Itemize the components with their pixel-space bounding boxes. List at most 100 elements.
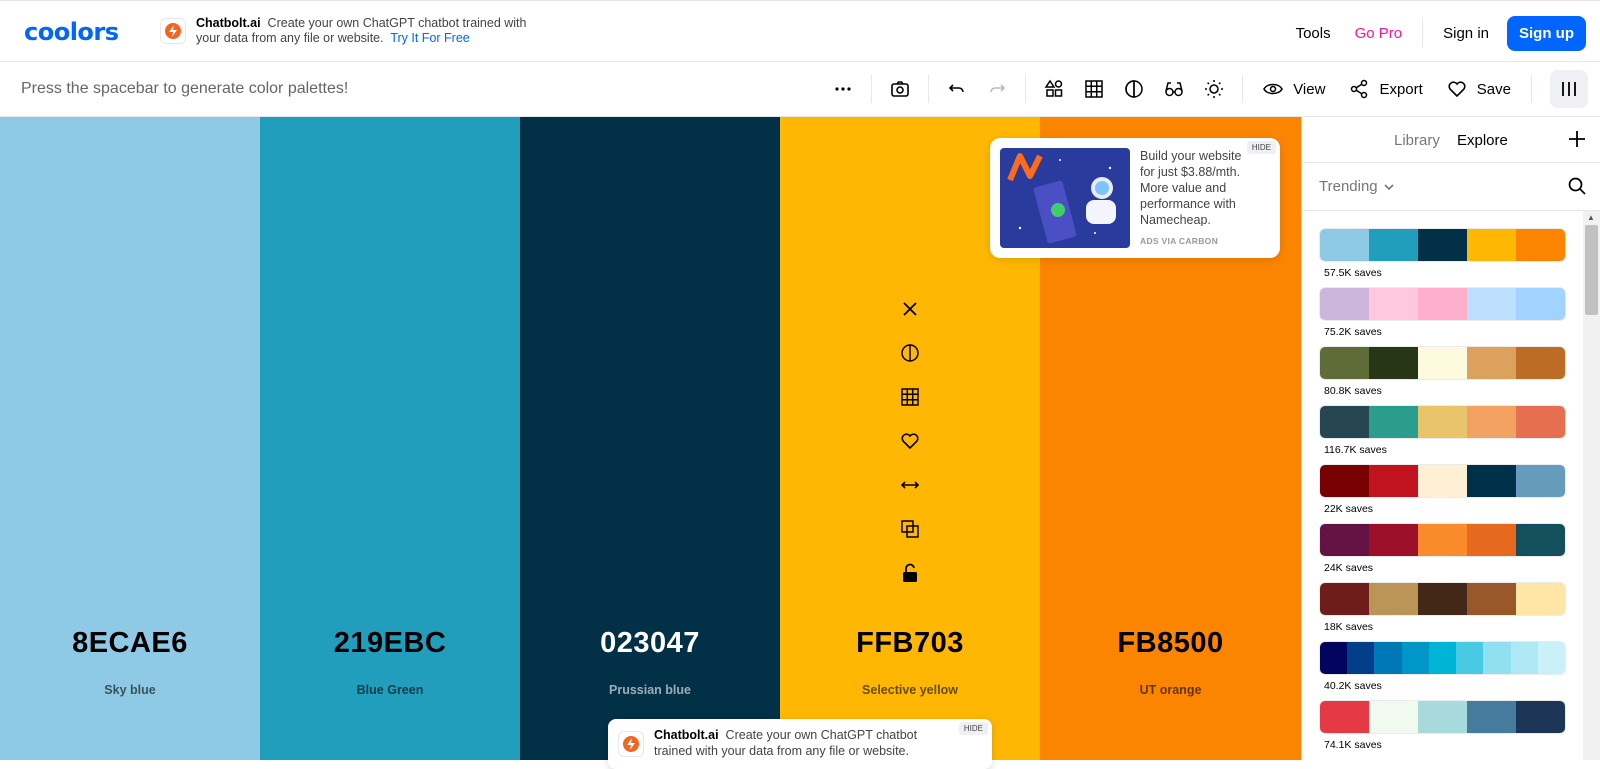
palette-color[interactable] <box>1418 406 1467 438</box>
palette-color[interactable] <box>1320 288 1369 320</box>
palette-color[interactable] <box>1320 465 1369 497</box>
palette-strip[interactable] <box>1319 287 1566 321</box>
carbon-ad[interactable]: Build your website for just $3.88/mth. M… <box>990 138 1280 258</box>
palette-color[interactable] <box>1418 465 1467 497</box>
undo-icon[interactable] <box>937 69 977 109</box>
scroll-up-arrow-icon[interactable]: ▲ <box>1587 213 1595 222</box>
tab-library[interactable]: Library <box>1394 132 1440 149</box>
bottom-promo-ad[interactable]: Chatbolt.ai Create your own ChatGPT chat… <box>608 719 992 769</box>
palette-color[interactable] <box>1369 288 1418 320</box>
palette-color[interactable] <box>1369 465 1418 497</box>
tab-explore[interactable]: Explore <box>1457 132 1508 149</box>
palette-color[interactable] <box>1467 583 1516 615</box>
palette-strip[interactable] <box>1319 405 1566 439</box>
trending-palette[interactable]: 18K saves <box>1319 582 1566 641</box>
hex-code[interactable]: FFB703 <box>780 627 1040 660</box>
nav-tools[interactable]: Tools <box>1284 25 1343 42</box>
brightness-icon[interactable] <box>1194 69 1234 109</box>
palette-color[interactable] <box>1369 229 1418 261</box>
palette-color[interactable] <box>1369 524 1418 556</box>
palette-color[interactable] <box>1369 347 1418 379</box>
palette-color[interactable] <box>1369 701 1418 733</box>
palette-color[interactable] <box>1401 642 1429 674</box>
palette-color[interactable] <box>1467 406 1516 438</box>
palette-color[interactable] <box>1467 701 1516 733</box>
ad-via-label[interactable]: ADS VIA CARBON <box>1140 236 1218 246</box>
palette-color[interactable] <box>1418 229 1467 261</box>
palette-color[interactable] <box>1418 288 1467 320</box>
sidebar-scrollbar[interactable]: ▲ <box>1583 211 1600 760</box>
palette-color[interactable] <box>1467 229 1516 261</box>
trending-palette[interactable]: 75.2K saves <box>1319 287 1566 346</box>
view-button[interactable]: View <box>1251 79 1337 99</box>
palette-color[interactable] <box>1320 642 1348 674</box>
heart-icon[interactable] <box>898 429 922 453</box>
palette-strip[interactable] <box>1319 582 1566 616</box>
palette-strip[interactable] <box>1319 228 1566 262</box>
trending-palette[interactable]: 74.1K saves <box>1319 700 1566 759</box>
hex-code[interactable]: 023047 <box>520 627 780 660</box>
contrast-icon[interactable] <box>898 341 922 365</box>
palette-color[interactable] <box>1483 642 1511 674</box>
palette-color[interactable] <box>1428 642 1457 674</box>
palette-color[interactable] <box>1516 229 1565 261</box>
contrast-icon[interactable] <box>1114 69 1154 109</box>
hex-code[interactable]: 219EBC <box>260 627 520 660</box>
palette-color[interactable] <box>1369 583 1418 615</box>
palette-color[interactable] <box>1320 229 1369 261</box>
plus-icon[interactable] <box>1567 129 1587 154</box>
palette-color[interactable] <box>1516 524 1565 556</box>
palette-color[interactable] <box>1320 524 1369 556</box>
palette-color[interactable] <box>1418 524 1467 556</box>
hex-code[interactable]: 8ECAE6 <box>0 627 260 660</box>
redo-icon[interactable] <box>977 69 1017 109</box>
unlock-icon[interactable] <box>898 561 922 585</box>
grid-icon[interactable] <box>1074 69 1114 109</box>
export-button[interactable]: Export <box>1337 79 1434 99</box>
palette-strip[interactable] <box>1319 346 1566 380</box>
bottom-ad-hide-button[interactable]: HIDE <box>958 722 988 735</box>
palette-color[interactable] <box>1516 465 1565 497</box>
palette-color[interactable] <box>1516 701 1565 733</box>
close-icon[interactable] <box>898 297 922 321</box>
palette-color[interactable] <box>1510 642 1538 674</box>
palette-strip[interactable] <box>1319 700 1566 734</box>
palette-color[interactable] <box>1418 347 1467 379</box>
palette-strip[interactable] <box>1319 641 1566 675</box>
save-button[interactable]: Save <box>1435 79 1523 99</box>
palette-color[interactable] <box>1516 583 1565 615</box>
palette-color[interactable] <box>1374 642 1402 674</box>
nav-go-pro[interactable]: Go Pro <box>1343 25 1415 42</box>
trending-palette[interactable]: 80.8K saves <box>1319 346 1566 405</box>
columns-icon[interactable] <box>1550 70 1588 108</box>
scroll-thumb[interactable] <box>1585 225 1598 315</box>
palette-color[interactable] <box>1516 406 1565 438</box>
palette-strip[interactable] <box>1319 523 1566 557</box>
palette-color[interactable] <box>1516 347 1565 379</box>
drag-icon[interactable] <box>898 473 922 497</box>
shapes-icon[interactable] <box>1034 69 1074 109</box>
palette-color[interactable] <box>1347 642 1375 674</box>
copy-icon[interactable] <box>898 517 922 541</box>
trending-palette[interactable]: 22K saves <box>1319 464 1566 523</box>
hex-code[interactable]: FB8500 <box>1040 627 1301 660</box>
palette-color[interactable] <box>1320 701 1369 733</box>
palette-color[interactable] <box>1467 524 1516 556</box>
palette-color[interactable] <box>1369 406 1418 438</box>
sign-up-button[interactable]: Sign up <box>1507 15 1586 51</box>
grid-icon[interactable] <box>898 385 922 409</box>
sign-in-link[interactable]: Sign in <box>1431 25 1501 42</box>
coolors-logo[interactable]: coolors <box>24 18 119 46</box>
promo-cta-link[interactable]: Try It For Free <box>390 31 469 45</box>
palette-color[interactable] <box>1467 465 1516 497</box>
camera-icon[interactable] <box>880 69 920 109</box>
trending-palette[interactable]: 24K saves <box>1319 523 1566 582</box>
palette-strip[interactable] <box>1319 464 1566 498</box>
trending-palette[interactable]: 40.2K saves <box>1319 641 1566 700</box>
color-swatch[interactable]: 8ECAE6 Sky blue <box>0 117 260 760</box>
palette-color[interactable] <box>1467 347 1516 379</box>
palette-color[interactable] <box>1537 642 1565 674</box>
palette-color[interactable] <box>1320 347 1369 379</box>
palette-color[interactable] <box>1467 288 1516 320</box>
more-icon[interactable] <box>823 69 863 109</box>
